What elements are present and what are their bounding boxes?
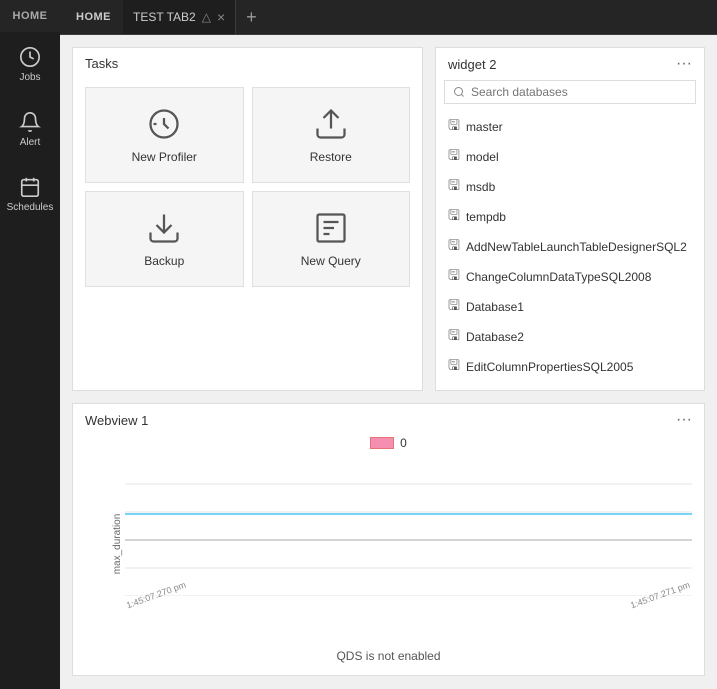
task-card-new-profiler-label: New Profiler — [132, 150, 197, 164]
new-profiler-icon — [146, 106, 182, 142]
tab-name: TEST TAB2 — [133, 10, 196, 24]
sidebar-item-alert-label: Alert — [20, 137, 41, 148]
x-axis-labels: 1:45:07.270 pm 1:45:07.271 pm — [125, 601, 692, 611]
legend-label: 0 — [400, 436, 407, 450]
db-name-master: master — [466, 120, 503, 134]
db-search-input[interactable] — [471, 85, 687, 99]
chart-container: max_duration 1.0 0.5 0 -0.5 -1.0 — [125, 456, 692, 631]
tasks-widget-header: Tasks — [73, 48, 422, 79]
chart-area: 0 max_duration 1.0 0.5 0 — [73, 436, 704, 675]
tab-home[interactable]: HOME — [64, 0, 123, 34]
legend-swatch — [370, 437, 394, 449]
db-search-box[interactable] — [444, 80, 696, 104]
db-item-database2[interactable]: 🖫 Database2 — [444, 322, 696, 352]
db-name-database2: Database2 — [466, 330, 524, 344]
sidebar-item-jobs-label: Jobs — [19, 72, 40, 83]
db-item-addnewtable[interactable]: 🖫 AddNewTableLaunchTableDesignerSQL2 — [444, 232, 696, 262]
tab-bar: HOME TEST TAB2 △ × + — [60, 0, 717, 35]
db-item-database1[interactable]: 🖫 Database1 — [444, 292, 696, 322]
sidebar-item-alert[interactable]: Alert — [0, 97, 60, 162]
sidebar: HOME Jobs Alert Schedules — [0, 0, 60, 689]
db-item-master[interactable]: 🖫 master — [444, 112, 696, 142]
task-card-restore[interactable]: Restore — [252, 87, 411, 183]
pin-icon[interactable]: △ — [202, 10, 211, 24]
db-list: 🖫 master 🖫 model 🖫 msdb 🖫 tempdb — [436, 112, 704, 390]
db-icon-model: 🖫 — [448, 145, 460, 169]
task-card-backup-label: Backup — [144, 254, 184, 268]
sidebar-item-schedules[interactable]: Schedules — [0, 162, 60, 227]
db-icon-msdb: 🖫 — [448, 175, 460, 199]
new-query-icon — [313, 210, 349, 246]
db-widget: widget 2 ··· 🖫 master 🖫 m — [435, 47, 705, 391]
y-axis-label: max_duration — [112, 513, 123, 574]
webview-widget: Webview 1 ··· 0 max_duration — [72, 403, 705, 676]
db-icon-addnewtable: 🖫 — [448, 235, 460, 259]
sidebar-item-jobs[interactable]: Jobs — [0, 32, 60, 97]
db-icon-database2: 🖫 — [448, 325, 460, 349]
webview-widget-header: Webview 1 ··· — [73, 404, 704, 436]
db-widget-header: widget 2 ··· — [436, 48, 704, 80]
tasks-grid: New Profiler Restore — [73, 79, 422, 299]
task-card-backup[interactable]: Backup — [85, 191, 244, 287]
db-icon-changecolumn: 🖫 — [448, 265, 460, 289]
db-item-editcolumn[interactable]: 🖫 EditColumnPropertiesSQL2005 — [444, 352, 696, 382]
main-area: HOME TEST TAB2 △ × + Tasks — [60, 0, 717, 689]
db-icon-tempdb: 🖫 — [448, 205, 460, 229]
db-item-msdb[interactable]: 🖫 msdb — [444, 172, 696, 202]
db-name-changecolumn: ChangeColumnDataTypeSQL2008 — [466, 270, 651, 284]
search-icon — [453, 86, 465, 98]
tasks-widget: Tasks New Profiler — [72, 47, 423, 391]
chart-subtitle: QDS is not enabled — [85, 649, 692, 663]
db-widget-title: widget 2 — [448, 57, 496, 72]
task-card-new-query-label: New Query — [301, 254, 361, 268]
db-icon-database1: 🖫 — [448, 295, 460, 319]
chart-legend: 0 — [85, 436, 692, 450]
webview-widget-more-button[interactable]: ··· — [676, 412, 692, 428]
db-widget-more-button[interactable]: ··· — [676, 56, 692, 72]
db-icon-editcolumn: 🖫 — [448, 355, 460, 379]
tab-add-button[interactable]: + — [236, 7, 267, 28]
sidebar-item-schedules-label: Schedules — [7, 202, 54, 213]
task-card-restore-label: Restore — [310, 150, 352, 164]
db-item-changecolumn[interactable]: 🖫 ChangeColumnDataTypeSQL2008 — [444, 262, 696, 292]
task-card-new-query[interactable]: New Query — [252, 191, 411, 287]
db-name-editcolumn: EditColumnPropertiesSQL2005 — [466, 360, 633, 374]
db-item-tempdb[interactable]: 🖫 tempdb — [444, 202, 696, 232]
chart-svg: 1.0 0.5 0 -0.5 -1.0 — [125, 456, 692, 596]
tab-test-tab2[interactable]: TEST TAB2 △ × — [123, 0, 236, 34]
sidebar-home[interactable]: HOME — [0, 0, 60, 32]
jobs-icon — [19, 46, 41, 68]
webview-title: Webview 1 — [85, 413, 148, 428]
db-name-database1: Database1 — [466, 300, 524, 314]
db-name-model: model — [466, 150, 499, 164]
tasks-title: Tasks — [85, 56, 118, 71]
task-card-new-profiler[interactable]: New Profiler — [85, 87, 244, 183]
tab-close-icon[interactable]: × — [217, 9, 225, 25]
restore-icon — [313, 106, 349, 142]
db-name-msdb: msdb — [466, 180, 495, 194]
backup-icon — [146, 210, 182, 246]
db-name-tempdb: tempdb — [466, 210, 506, 224]
db-icon-master: 🖫 — [448, 115, 460, 139]
content-area: Tasks New Profiler — [60, 35, 717, 689]
alert-icon — [19, 111, 41, 133]
top-row: Tasks New Profiler — [72, 47, 705, 391]
db-name-addnewtable: AddNewTableLaunchTableDesignerSQL2 — [466, 240, 687, 254]
schedules-icon — [19, 176, 41, 198]
db-item-model[interactable]: 🖫 model — [444, 142, 696, 172]
